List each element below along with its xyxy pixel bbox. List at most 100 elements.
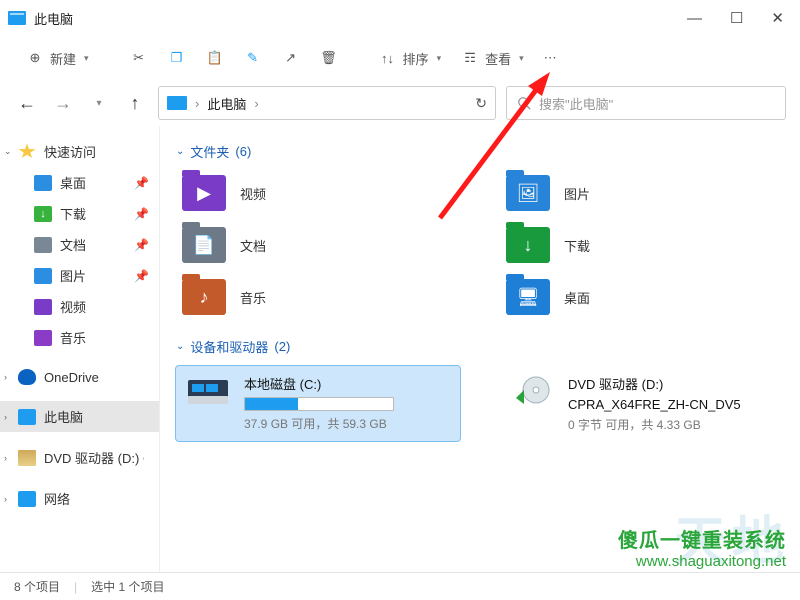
folder-label: 音乐 bbox=[240, 288, 266, 307]
watermark-url: www.shaguaxitong.net bbox=[618, 553, 786, 570]
rename-icon: ✎ bbox=[244, 49, 262, 67]
disk-icon bbox=[186, 374, 230, 410]
new-label: 新建 bbox=[50, 49, 76, 68]
chevron-down-icon: ⌄ bbox=[176, 146, 184, 157]
up-button[interactable]: ↑ bbox=[122, 93, 148, 114]
maximize-button[interactable]: ☐ bbox=[730, 11, 743, 26]
folder-documents[interactable]: 📄 文档 bbox=[176, 223, 460, 267]
sidebar-music[interactable]: 音乐 bbox=[0, 322, 159, 353]
back-button[interactable]: ← bbox=[14, 93, 40, 114]
sidebar-quick-access[interactable]: ⌄ 快速访问 bbox=[0, 136, 159, 167]
cut-icon: ✂ bbox=[130, 49, 148, 67]
cut-button[interactable]: ✂ bbox=[124, 45, 154, 71]
watermark: 傻瓜一键重装系统 www.shaguaxitong.net bbox=[618, 524, 786, 570]
picture-folder-icon: 🖼 bbox=[506, 175, 550, 211]
breadcrumb-sep: › bbox=[254, 96, 258, 111]
desktop-icon bbox=[34, 175, 52, 191]
chevron-down-icon: ▾ bbox=[437, 53, 442, 64]
sidebar-downloads[interactable]: ↓ 下载 📌 bbox=[0, 198, 159, 229]
sort-label: 排序 bbox=[403, 49, 429, 68]
status-item-count: 8 个项目 bbox=[14, 578, 60, 595]
drive-c[interactable]: 本地磁盘 (C:) 37.9 GB 可用，共 59.3 GB bbox=[176, 366, 460, 441]
sort-button[interactable]: ↑↓ 排序 ▾ bbox=[373, 45, 448, 72]
window-title: 此电脑 bbox=[34, 9, 73, 28]
view-button[interactable]: ☶ 查看 ▾ bbox=[455, 45, 530, 72]
navigation-row: ← → ▾ ↑ › 此电脑 › ↻ 搜索"此电脑" bbox=[0, 80, 800, 126]
download-icon: ↓ bbox=[34, 206, 52, 222]
folder-grid: ▶ 视频 🖼 图片 📄 文档 ↓ 下载 ♪ 音乐 🖥 桌面 bbox=[176, 171, 784, 319]
close-button[interactable]: ✕ bbox=[771, 11, 784, 26]
star-icon bbox=[18, 144, 36, 160]
more-button[interactable]: ⋯ bbox=[538, 46, 563, 70]
delete-button[interactable]: 🗑 bbox=[314, 45, 344, 71]
window-controls: — ☐ ✕ bbox=[687, 11, 792, 26]
sidebar-label: OneDrive bbox=[44, 370, 99, 385]
chevron-down-icon: ⌄ bbox=[176, 341, 184, 352]
sidebar-label: 下载 bbox=[60, 204, 86, 223]
watermark-title: 傻瓜一键重装系统 bbox=[618, 524, 786, 553]
group-folders-header[interactable]: ⌄ 文件夹 (6) bbox=[176, 142, 784, 161]
folder-videos[interactable]: ▶ 视频 bbox=[176, 171, 460, 215]
sidebar-label: 文档 bbox=[60, 235, 86, 254]
pin-icon: 📌 bbox=[134, 238, 149, 252]
desktop-folder-icon: 🖥 bbox=[506, 279, 550, 315]
folder-downloads[interactable]: ↓ 下载 bbox=[500, 223, 784, 267]
group-devices-header[interactable]: ⌄ 设备和驱动器 (2) bbox=[176, 337, 784, 356]
chevron-right-icon: › bbox=[4, 453, 7, 463]
video-icon bbox=[34, 299, 52, 315]
search-box[interactable]: 搜索"此电脑" bbox=[506, 86, 786, 120]
sidebar-onedrive[interactable]: › OneDrive bbox=[0, 363, 159, 391]
sidebar: ⌄ 快速访问 桌面 📌 ↓ 下载 📌 文档 📌 图片 📌 视频 bbox=[0, 126, 160, 572]
sidebar-network[interactable]: › 网络 bbox=[0, 483, 159, 514]
rename-button[interactable]: ✎ bbox=[238, 45, 268, 71]
breadcrumb-root[interactable]: 此电脑 bbox=[207, 94, 246, 113]
new-button[interactable]: ⊕ 新建 ▾ bbox=[20, 45, 95, 72]
sidebar-label: 音乐 bbox=[60, 328, 86, 347]
forward-button[interactable]: → bbox=[50, 93, 76, 114]
sidebar-label: 网络 bbox=[44, 489, 70, 508]
folder-pictures[interactable]: 🖼 图片 bbox=[500, 171, 784, 215]
status-selection: 选中 1 个项目 bbox=[91, 578, 164, 595]
sidebar-dvd[interactable]: › DVD 驱动器 (D:) CP bbox=[0, 442, 159, 473]
sidebar-label: 快速访问 bbox=[44, 142, 96, 161]
drive-volume-label: CPRA_X64FRE_ZH-CN_DV5 bbox=[568, 397, 741, 412]
paste-button[interactable]: 📋 bbox=[200, 45, 230, 71]
folder-label: 下载 bbox=[564, 236, 590, 255]
pin-icon: 📌 bbox=[134, 207, 149, 221]
folder-music[interactable]: ♪ 音乐 bbox=[176, 275, 460, 319]
copy-button[interactable]: ❐ bbox=[162, 45, 192, 71]
recent-button[interactable]: ▾ bbox=[86, 98, 112, 109]
trash-icon: 🗑 bbox=[320, 49, 338, 67]
more-icon: ⋯ bbox=[544, 50, 557, 66]
breadcrumb-sep: › bbox=[195, 96, 199, 111]
chevron-down-icon: ▾ bbox=[84, 53, 89, 64]
drive-name: DVD 驱动器 (D:) bbox=[568, 374, 741, 393]
sidebar-pictures[interactable]: 图片 📌 bbox=[0, 260, 159, 291]
drive-subtext: 0 字节 可用，共 4.33 GB bbox=[568, 416, 741, 433]
pc-icon bbox=[18, 409, 36, 425]
dvd-drive-icon bbox=[510, 374, 554, 410]
folder-desktop[interactable]: 🖥 桌面 bbox=[500, 275, 784, 319]
folder-label: 文档 bbox=[240, 236, 266, 255]
sidebar-videos[interactable]: 视频 bbox=[0, 291, 159, 322]
drive-name: 本地磁盘 (C:) bbox=[244, 374, 394, 393]
share-icon: ↗ bbox=[282, 49, 300, 67]
document-folder-icon: 📄 bbox=[182, 227, 226, 263]
paste-icon: 📋 bbox=[206, 49, 224, 67]
share-button[interactable]: ↗ bbox=[276, 45, 306, 71]
folder-label: 视频 bbox=[240, 184, 266, 203]
group-label: 设备和驱动器 bbox=[190, 337, 268, 356]
refresh-button[interactable]: ↻ bbox=[475, 95, 487, 112]
drive-d[interactable]: DVD 驱动器 (D:) CPRA_X64FRE_ZH-CN_DV5 0 字节 … bbox=[500, 366, 784, 441]
address-bar[interactable]: › 此电脑 › ↻ bbox=[158, 86, 496, 120]
download-folder-icon: ↓ bbox=[506, 227, 550, 263]
sidebar-label: DVD 驱动器 (D:) CP bbox=[44, 448, 144, 467]
group-count: (6) bbox=[235, 144, 251, 159]
sidebar-this-pc[interactable]: › 此电脑 bbox=[0, 401, 159, 432]
sidebar-label: 图片 bbox=[60, 266, 86, 285]
minimize-button[interactable]: — bbox=[687, 11, 702, 26]
chevron-down-icon: ⌄ bbox=[4, 146, 12, 157]
sidebar-desktop[interactable]: 桌面 📌 bbox=[0, 167, 159, 198]
sidebar-documents[interactable]: 文档 📌 bbox=[0, 229, 159, 260]
pc-icon bbox=[167, 96, 187, 110]
